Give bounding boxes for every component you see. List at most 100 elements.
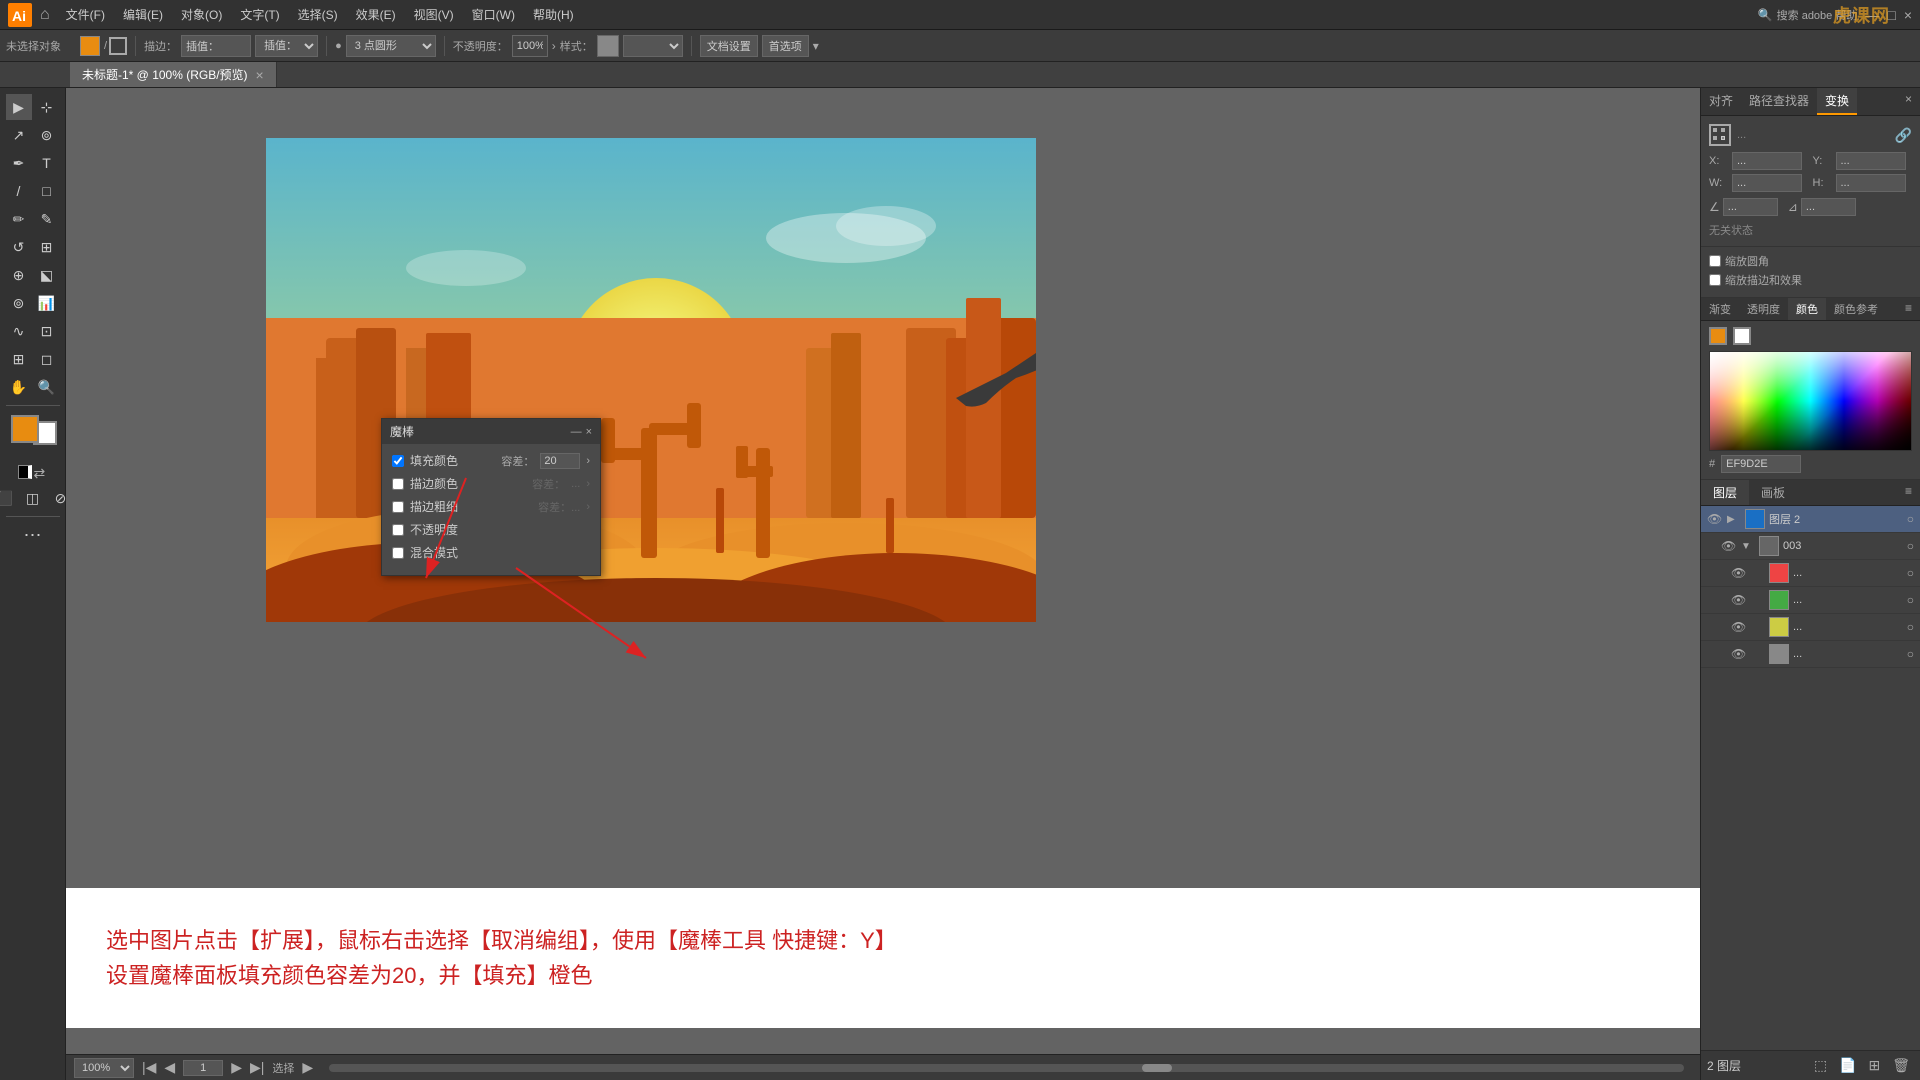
line-tool-btn[interactable]: /: [6, 178, 32, 204]
scale-strokes-checkbox[interactable]: [1709, 255, 1721, 267]
color-fill-swatch[interactable]: [1709, 327, 1727, 345]
color-panel-menu[interactable]: ≡: [1897, 298, 1920, 320]
slice-tool-btn[interactable]: ⊞: [6, 346, 32, 372]
layer-gray-visibility[interactable]: 👁: [1731, 647, 1747, 661]
layer-003-visibility[interactable]: 👁: [1721, 539, 1737, 553]
align-tab[interactable]: 对齐: [1701, 88, 1741, 115]
layer-green-target[interactable]: ○: [1907, 593, 1914, 607]
free-transform-btn[interactable]: ⬕: [34, 262, 60, 288]
blend-checkbox[interactable]: [392, 547, 404, 559]
layer-delete-btn[interactable]: 🗑: [1888, 1055, 1914, 1076]
gradient-tab[interactable]: 渐变: [1701, 298, 1739, 320]
magic-wand-tool-btn[interactable]: ↗: [6, 122, 32, 148]
layer-comp-btn[interactable]: ⊞: [1864, 1055, 1884, 1076]
menu-effect[interactable]: 效果(E): [348, 4, 404, 25]
layer-yellow-target[interactable]: ○: [1907, 620, 1914, 634]
layer-red-item[interactable]: 👁 ... ○: [1701, 560, 1920, 587]
window-close-btn[interactable]: ×: [1904, 7, 1912, 23]
panel-collapse-btn[interactable]: —: [571, 426, 582, 438]
tab-close-btn[interactable]: ×: [256, 67, 264, 83]
shape-builder-btn[interactable]: ⊚: [6, 290, 32, 316]
y-input[interactable]: [1836, 152, 1906, 170]
zoom-tool-btn[interactable]: 🔍: [34, 374, 60, 400]
horizontal-scrollbar[interactable]: [329, 1064, 1684, 1072]
layer-yellow-visibility[interactable]: 👁: [1731, 620, 1747, 634]
rect-tool-btn[interactable]: □: [34, 178, 60, 204]
menu-type[interactable]: 文字(T): [232, 4, 287, 25]
transform-tab[interactable]: 变换: [1817, 88, 1857, 115]
nav-next-btn[interactable]: ▶: [231, 1059, 242, 1076]
gradient-btn[interactable]: ◫: [20, 485, 46, 511]
scale-tool-btn[interactable]: ⊞: [34, 234, 60, 260]
pencil-tool-btn[interactable]: ✎: [34, 206, 60, 232]
color-spectrum[interactable]: [1709, 351, 1912, 451]
document-tab[interactable]: 未标题-1* @ 100% (RGB/预览) ×: [70, 62, 277, 87]
panel-title-bar[interactable]: 魔棒 — ×: [382, 419, 600, 444]
right-panel-close[interactable]: ×: [1897, 88, 1920, 115]
play-btn[interactable]: ▶: [302, 1059, 313, 1076]
pathfinder-tab[interactable]: 路径查找器: [1741, 88, 1817, 115]
selection-tool-btn[interactable]: ▶: [6, 94, 32, 120]
layer-003-item[interactable]: 👁 ▼ 003 ○: [1701, 533, 1920, 560]
layer-2-target[interactable]: ○: [1907, 512, 1914, 526]
chart-tool-btn[interactable]: 📊: [34, 290, 60, 316]
layer-make-mask-btn[interactable]: ⬚: [1810, 1055, 1831, 1076]
opacity-more-btn[interactable]: ›: [552, 39, 556, 53]
rotate-tool-btn[interactable]: ↺: [6, 234, 32, 260]
nav-prev-btn[interactable]: ◀: [164, 1059, 175, 1076]
shear-input[interactable]: [1801, 198, 1856, 216]
fill-color-swatch[interactable]: [80, 36, 100, 56]
page-input[interactable]: [183, 1060, 223, 1076]
layer-new-btn[interactable]: 📄: [1835, 1055, 1860, 1076]
stroke-swatch[interactable]: [109, 37, 127, 55]
pen-tool-btn[interactable]: ✒: [6, 150, 32, 176]
color-ref-tab[interactable]: 颜色参考: [1826, 298, 1886, 320]
default-colors-btn[interactable]: [18, 465, 32, 479]
layer-2-expand-btn[interactable]: ▶: [1727, 514, 1741, 525]
artboard-tab[interactable]: 画板: [1749, 480, 1797, 505]
stroke-color-checkbox[interactable]: [392, 478, 404, 490]
color-btn[interactable]: ⬛: [0, 485, 18, 511]
angle-input[interactable]: [1723, 198, 1778, 216]
preferences-arrow[interactable]: ▾: [813, 39, 819, 53]
menu-file[interactable]: 文件(F): [58, 4, 113, 25]
canvas-scroll[interactable]: 魔棒 — × 填充颜色 容差： ›: [66, 88, 1700, 1054]
layers-tab[interactable]: 图层: [1701, 480, 1749, 505]
interpolation-select[interactable]: 插值：: [255, 35, 318, 57]
fill-tolerance-input[interactable]: [540, 453, 580, 469]
preferences-btn[interactable]: 首选项: [762, 35, 809, 57]
layer-green-visibility[interactable]: 👁: [1731, 593, 1747, 607]
menu-help[interactable]: 帮助(H): [525, 4, 582, 25]
fill-color-swatch-left[interactable]: [11, 415, 39, 443]
symbol-sprayer-btn[interactable]: ∿: [6, 318, 32, 344]
layer-2-visibility[interactable]: 👁: [1707, 512, 1723, 526]
swap-colors-btn[interactable]: ⇄: [34, 465, 48, 479]
layer-green-item[interactable]: 👁 ... ○: [1701, 587, 1920, 614]
menu-view[interactable]: 视图(V): [406, 4, 462, 25]
transparency-tab[interactable]: 透明度: [1739, 298, 1788, 320]
fill-tolerance-arrow[interactable]: ›: [586, 455, 590, 467]
scale-effects-checkbox[interactable]: [1709, 274, 1721, 286]
menu-object[interactable]: 对象(O): [173, 4, 230, 25]
eraser-tool-btn[interactable]: ◻: [34, 346, 60, 372]
layers-menu-btn[interactable]: ≡: [1897, 480, 1920, 505]
panel-close-btn[interactable]: ×: [586, 426, 592, 438]
h-input[interactable]: [1836, 174, 1906, 192]
opacity-checkbox[interactable]: [392, 524, 404, 536]
type-tool-btn[interactable]: T: [34, 150, 60, 176]
stroke-width-arrow[interactable]: ›: [586, 501, 590, 513]
transform-lock-icon[interactable]: 🔗: [1895, 127, 1912, 144]
x-input[interactable]: [1732, 152, 1802, 170]
color-stroke-swatch[interactable]: [1733, 327, 1751, 345]
stroke-color-arrow[interactable]: ›: [586, 478, 590, 490]
layer-yellow-item[interactable]: 👁 ... ○: [1701, 614, 1920, 641]
menu-select[interactable]: 选择(S): [290, 4, 346, 25]
hand-tool-btn[interactable]: ✋: [6, 374, 32, 400]
layer-2-item[interactable]: 👁 ▶ 图层 2 ○: [1701, 506, 1920, 533]
layer-red-target[interactable]: ○: [1907, 566, 1914, 580]
artboard-tool-btn[interactable]: ⊡: [34, 318, 60, 344]
stroke-width-checkbox[interactable]: [392, 501, 404, 513]
direct-selection-tool-btn[interactable]: ⊹: [34, 94, 60, 120]
point-type-select[interactable]: 3 点圆形: [346, 35, 436, 57]
layer-gray-target[interactable]: ○: [1907, 647, 1914, 661]
